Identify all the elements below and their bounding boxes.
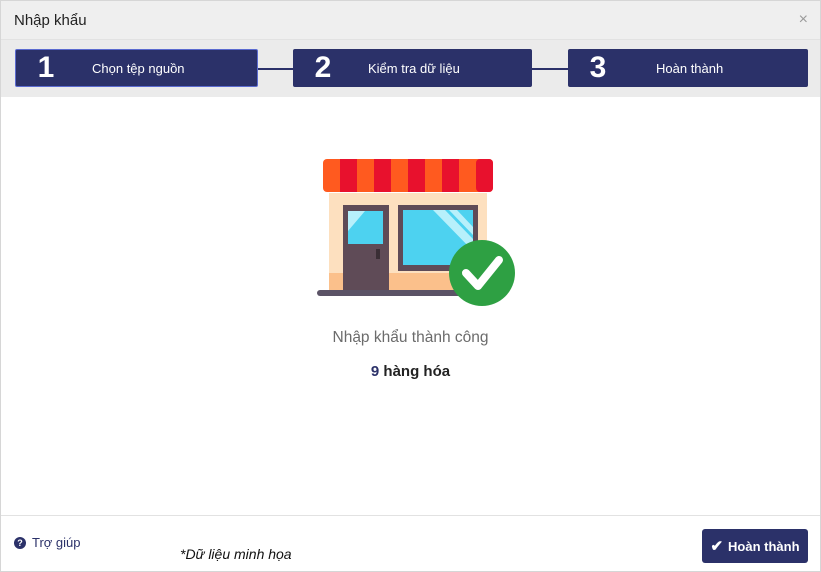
- store-success-icon: [317, 159, 517, 314]
- step-label: Chọn tệp nguồn: [92, 60, 185, 76]
- step-connector: [532, 68, 568, 70]
- step-2[interactable]: 2 Kiểm tra dữ liệu: [293, 49, 532, 87]
- count-value: 9: [370, 363, 380, 380]
- success-message: Nhập khẩu thành công: [332, 329, 489, 346]
- count-unit: hàng hóa: [383, 363, 451, 380]
- step-number: 3: [589, 51, 607, 84]
- step-connector: [258, 68, 293, 70]
- step-label: Hoàn thành: [656, 60, 724, 76]
- sample-data-note: *Dữ liệu minh họa: [180, 546, 292, 562]
- checkmark-icon: ✔: [710, 538, 724, 555]
- step-3[interactable]: 3 Hoàn thành: [568, 49, 808, 87]
- help-link[interactable]: ? Trợ giúp: [14, 535, 81, 550]
- step-number: 1: [37, 51, 55, 84]
- dialog-footer: ? Trợ giúp *Dữ liệu minh họa ✔ Hoàn thàn…: [1, 515, 820, 571]
- step-1[interactable]: 1 Chọn tệp nguồn: [15, 49, 258, 87]
- import-count: 9 hàng hóa: [1, 363, 820, 380]
- result-panel: Nhập khẩu thành công 9 hàng hóa: [1, 97, 820, 515]
- import-dialog: Nhập khẩu × 1 Chọn tệp nguồn 2 Kiểm tra …: [0, 0, 821, 572]
- help-icon: ?: [14, 536, 26, 549]
- finish-label: Hoàn thành: [728, 538, 800, 554]
- step-label: Kiểm tra dữ liệu: [368, 60, 460, 76]
- step-number: 2: [314, 51, 332, 84]
- dialog-header: Nhập khẩu ×: [1, 1, 820, 40]
- close-icon[interactable]: ×: [799, 12, 808, 28]
- finish-button[interactable]: ✔ Hoàn thành: [702, 529, 808, 563]
- dialog-title: Nhập khẩu: [14, 11, 87, 29]
- stepper: 1 Chọn tệp nguồn 2 Kiểm tra dữ liệu 3 Ho…: [1, 40, 820, 97]
- help-label: Trợ giúp: [32, 535, 81, 550]
